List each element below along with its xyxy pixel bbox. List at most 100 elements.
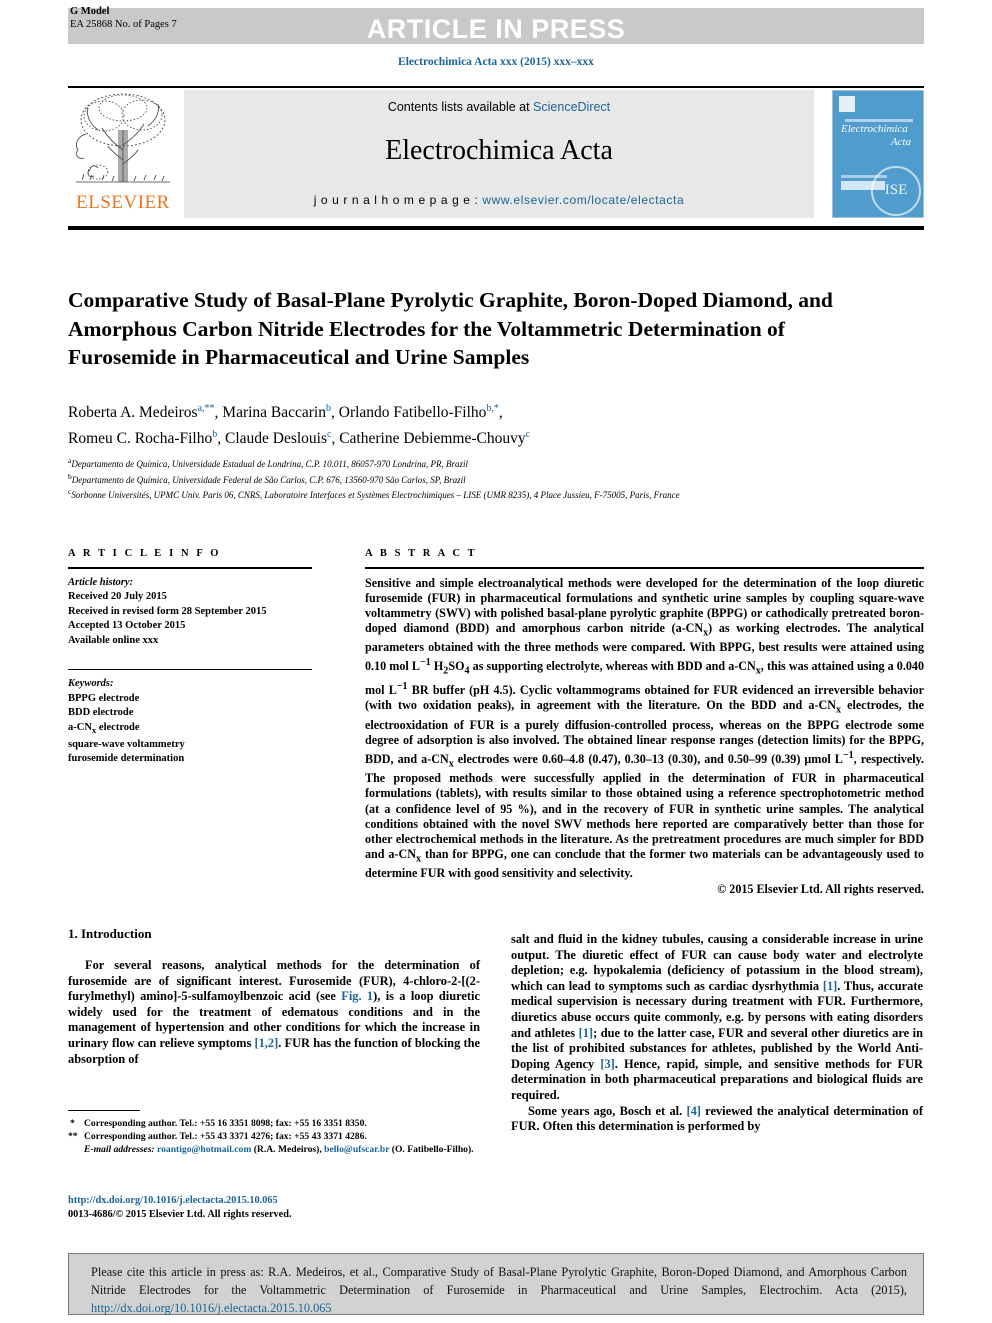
article-info-heading: A R T I C L E I N F O [68, 548, 222, 559]
reference-link-1-2[interactable]: [1,2] [254, 1036, 278, 1050]
journal-article-page: ARTICLE IN PRESS G Model EA 25868 No. of… [0, 0, 992, 1323]
keyword-item: BDD electrode [68, 707, 134, 719]
article-history-title: Article history: [68, 576, 134, 588]
keyword-item: a-CNx electrode [68, 721, 140, 736]
ise-logo-icon [871, 166, 921, 216]
intro-r2-text-a: Some years ago, Bosch et al. [528, 1103, 687, 1118]
journal-cover-thumbnail: Electrochimica Acta [832, 90, 924, 218]
abstract-text: Sensitive and simple electroanalytical m… [365, 575, 925, 881]
citation-box: Please cite this article in press as: R.… [68, 1253, 924, 1315]
footnotes-block: * Corresponding author. Tel.: +55 16 3351… [68, 1117, 480, 1157]
footnote-corresponding-2: ** Corresponding author. Tel.: +55 43 337… [68, 1130, 480, 1143]
keywords-title: Keywords: [68, 678, 114, 690]
masthead-bottom-rule [68, 226, 924, 230]
reference-link-1[interactable]: [1] [823, 979, 837, 993]
homepage-url-link[interactable]: www.elsevier.com/locate/electacta [482, 193, 684, 207]
cover-elsevier-icon [839, 96, 855, 112]
introduction-right-column: salt and fluid in the kidney tubules, ca… [511, 932, 923, 1135]
footnote-text: Corresponding author. Tel.: +55 16 3351 … [84, 1118, 367, 1129]
abstract-column: A B S T R A C T Sensitive and simple ele… [365, 548, 924, 897]
footnote-corresponding-1: * Corresponding author. Tel.: +55 16 3351… [68, 1117, 480, 1130]
elsevier-tree-icon [76, 93, 170, 183]
double-asterisk-icon: ** [68, 1131, 78, 1143]
figure-1-link[interactable]: Fig. 1 [341, 989, 373, 1003]
article-history-item: Received 20 July 2015 [68, 591, 167, 603]
email-owner-1: (R.A. Medeiros), [253, 1144, 322, 1156]
email-link-1[interactable]: roantigo@hotmail.com [157, 1144, 251, 1155]
asterisk-icon: * [70, 1118, 75, 1129]
footnote-emails: E-mail addresses: roantigo@hotmail.com (… [68, 1143, 480, 1156]
cover-top-rule [845, 119, 913, 122]
affiliation-item: aDepartamento de Química, Universidade E… [68, 455, 924, 471]
article-history-item: Accepted 13 October 2015 [68, 620, 186, 632]
doi-link[interactable]: http://dx.doi.org/10.1016/j.electacta.20… [68, 1194, 480, 1208]
affiliation-text: Sorbonne Universités, UPMC Univ. Paris 0… [71, 490, 680, 501]
article-info-rule [68, 567, 312, 569]
email-addresses-label: E-mail addresses: [84, 1144, 155, 1156]
author-line-1: Roberta A. Medeirosa,**, Marina Baccarin… [68, 403, 503, 422]
author-affil-mark[interactable]: b [212, 429, 217, 440]
email-owner-2: (O. Fatibello-Filho). [391, 1144, 474, 1156]
citation-body: Please cite this article in press as: R.… [91, 1265, 907, 1297]
elsevier-logo: ELSEVIER [68, 90, 178, 218]
elsevier-wordmark: ELSEVIER [76, 192, 170, 213]
introduction-paragraph-right-2: Some years ago, Bosch et al. [4] reviewe… [511, 1104, 923, 1135]
introduction-paragraph-right-1: salt and fluid in the kidney tubules, ca… [511, 932, 923, 1104]
article-history-item: Received in revised form 28 September 20… [68, 605, 267, 617]
cover-title-line2: Acta [890, 136, 911, 148]
ea-number-line: EA 25868 No. of Pages 7 [70, 18, 177, 30]
keywords-rule [68, 668, 312, 671]
journal-homepage-line: j o u r n a l h o m e p a g e : www.else… [184, 193, 814, 207]
journal-title: Electrochimica Acta [385, 135, 613, 166]
email-link-2[interactable]: bello@ufscar.br [324, 1144, 389, 1155]
cover-title-line1: Electrochimica [841, 123, 908, 135]
author-name: Catherine Debiemme-Chouvy [339, 430, 526, 448]
citation-text: Please cite this article in press as: R.… [91, 1263, 907, 1317]
contents-list-line: Contents lists available at ScienceDirec… [184, 100, 814, 114]
masthead-top-rule [68, 86, 924, 88]
article-history-item: Available online xxx [68, 634, 159, 646]
reference-link-4[interactable]: [4] [686, 1104, 700, 1118]
reference-link-3[interactable]: [3] [600, 1057, 614, 1071]
sciencedirect-link[interactable]: ScienceDirect [533, 100, 610, 114]
journal-reference-line: Electrochimica Acta xxx (2015) xxx–xxx [398, 56, 594, 68]
keyword-item: BPPG electrode [68, 692, 140, 704]
abstract-copyright: © 2015 Elsevier Ltd. All rights reserved… [717, 882, 924, 897]
affiliation-text: Departamento de Química, Universidade Es… [71, 459, 468, 469]
contents-prefix: Contents lists available at [387, 100, 534, 114]
keyword-item: square-wave voltammetry [68, 738, 185, 750]
introduction-heading: 1. Introduction [68, 926, 152, 941]
keywords-block: Keywords: BPPG electrode BDD electrode a… [68, 668, 312, 767]
masthead: ELSEVIER Contents lists available at Sci… [68, 90, 924, 218]
author-affil-mark[interactable]: c [327, 429, 331, 440]
author-line-2: Romeu C. Rocha-Filhob, Claude Deslouisc,… [68, 429, 531, 448]
introduction-paragraph-left: For several reasons, analytical methods … [68, 958, 480, 1067]
affiliation-list: aDepartamento de Química, Universidade E… [68, 455, 924, 502]
author-affil-mark[interactable]: c [526, 429, 530, 440]
g-model-block: G Model EA 25868 No. of Pages 7 [70, 6, 177, 31]
citation-doi-link[interactable]: http://dx.doi.org/10.1016/j.electacta.20… [91, 1301, 332, 1315]
author-name: Roberta A. Medeiros [68, 404, 198, 422]
doi-block: http://dx.doi.org/10.1016/j.electacta.20… [68, 1194, 480, 1222]
article-info-column: A R T I C L E I N F O Article history: R… [68, 548, 312, 767]
affiliation-item: cSorbonne Universités, UPMC Univ. Paris … [68, 486, 924, 502]
reference-link-1b[interactable]: [1] [579, 1026, 593, 1040]
affiliation-item: bDepartamento de Química, Universidade F… [68, 471, 924, 487]
author-affil-mark[interactable]: b,* [486, 403, 499, 414]
author-list: Roberta A. Medeirosa,**, Marina Baccarin… [68, 398, 924, 450]
affiliation-text: Departamento de Química, Universidade Fe… [71, 474, 466, 485]
author-affil-mark[interactable]: a,** [198, 403, 215, 414]
author-name: Claude Deslouis [224, 430, 328, 448]
masthead-center-panel: Contents lists available at ScienceDirec… [184, 90, 814, 218]
abstract-heading: A B S T R A C T [365, 548, 478, 559]
cover-journal-title: Electrochimica Acta [841, 123, 917, 149]
keyword-item: furosemide determination [68, 753, 185, 765]
article-in-press-banner: ARTICLE IN PRESS [68, 8, 924, 44]
footnote-separator-rule [68, 1110, 140, 1111]
homepage-label: j o u r n a l h o m e p a g e : [313, 193, 483, 207]
author-affil-mark[interactable]: b [326, 403, 331, 414]
article-in-press-label: ARTICLE IN PRESS [366, 14, 626, 44]
page-title: Comparative Study of Basal-Plane Pyrolyt… [68, 288, 833, 370]
author-name: Romeu C. Rocha-Filho [68, 430, 213, 448]
author-name: Orlando Fatibello-Filho [338, 404, 487, 422]
